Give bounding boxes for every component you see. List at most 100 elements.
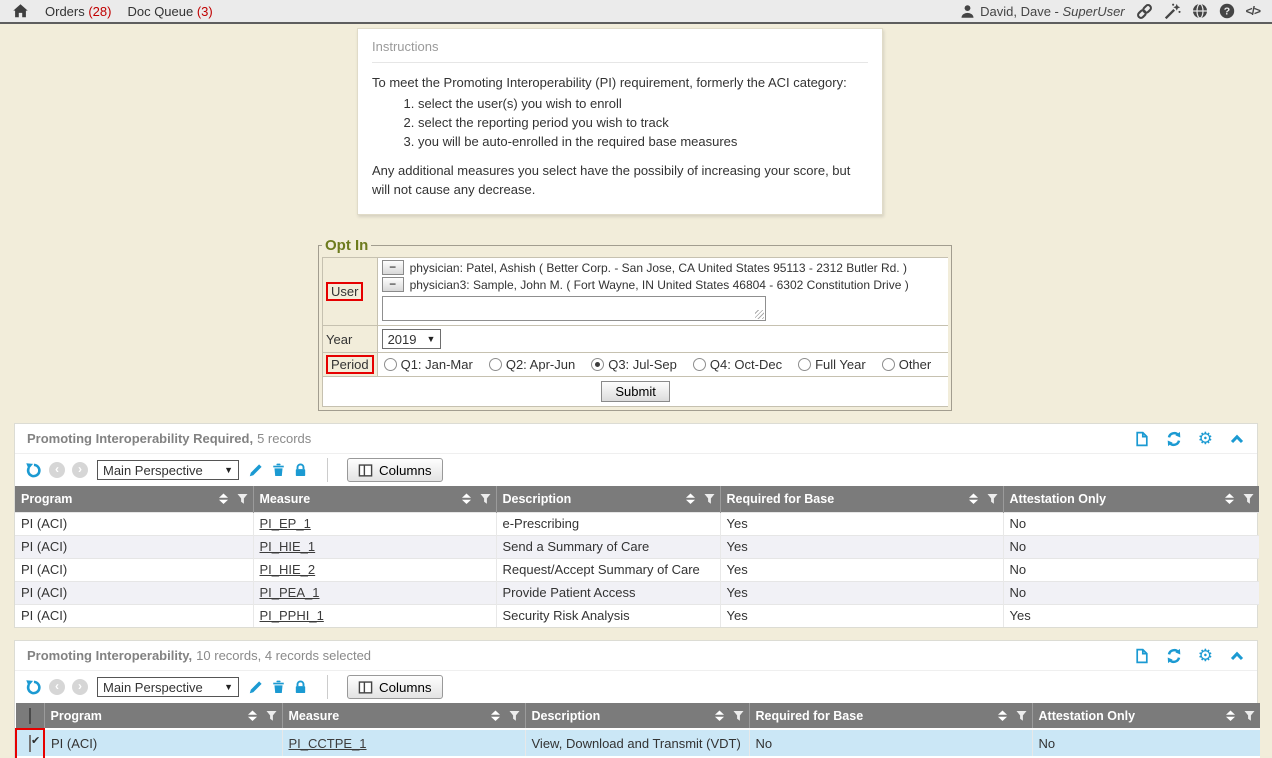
sort-icon[interactable]	[969, 493, 978, 504]
filter-funnel-icon[interactable]	[1244, 710, 1255, 721]
measure-link[interactable]: PI_PEA_1	[260, 585, 320, 600]
select-all-header[interactable]	[16, 703, 44, 729]
column-header-description[interactable]: Description	[525, 703, 749, 729]
filter-funnel-icon[interactable]	[1243, 493, 1254, 504]
cell-measure: PI_HIE_2	[253, 558, 496, 581]
next-page-icon[interactable]: ›	[72, 462, 88, 478]
filter-funnel-icon[interactable]	[509, 710, 520, 721]
column-header-measure[interactable]: Measure	[282, 703, 525, 729]
measure-link[interactable]: PI_EP_1	[260, 516, 311, 531]
filter-funnel-icon[interactable]	[1016, 710, 1027, 721]
sort-icon[interactable]	[998, 710, 1007, 721]
next-page-icon[interactable]: ›	[72, 679, 88, 695]
perspective-select[interactable]: Main Perspective ▼	[97, 460, 239, 480]
filter-funnel-icon[interactable]	[987, 493, 998, 504]
column-header-attestation-only[interactable]: Attestation Only	[1032, 703, 1260, 729]
gear-icon[interactable]: ⚙	[1198, 648, 1213, 664]
globe-icon[interactable]	[1192, 3, 1208, 19]
delete-trash-icon[interactable]	[271, 679, 286, 695]
delete-trash-icon[interactable]	[271, 462, 286, 478]
column-header-attestation-only[interactable]: Attestation Only	[1003, 486, 1259, 512]
sort-icon[interactable]	[248, 710, 257, 721]
radio-icon[interactable]	[384, 358, 397, 371]
column-header-description[interactable]: Description	[496, 486, 720, 512]
refresh-icon[interactable]	[1166, 431, 1182, 447]
user-search-input[interactable]	[382, 296, 766, 321]
user-name: David, Dave -	[980, 4, 1062, 19]
help-icon[interactable]: ?	[1219, 3, 1235, 19]
period-option-q2[interactable]: Q2: Apr-Jun	[489, 357, 575, 372]
remove-user-button[interactable]: −	[382, 260, 404, 275]
filter-funnel-icon[interactable]	[266, 710, 277, 721]
table-row: PI (ACI)PI_HIE_2Request/Accept Summary o…	[15, 558, 1259, 581]
wand-icon[interactable]	[1164, 3, 1181, 20]
instruction-step: select the user(s) you wish to enroll	[418, 95, 868, 114]
nav-doc-queue-link[interactable]: Doc Queue (3)	[127, 4, 212, 19]
measure-link[interactable]: PI_CCTPE_1	[289, 736, 367, 751]
sort-icon[interactable]	[1226, 710, 1235, 721]
undo-icon[interactable]	[25, 679, 42, 696]
filter-funnel-icon[interactable]	[733, 710, 744, 721]
remove-user-button[interactable]: −	[382, 277, 404, 292]
column-header-measure[interactable]: Measure	[253, 486, 496, 512]
column-header-required-for-base[interactable]: Required for Base	[720, 486, 1003, 512]
filter-funnel-icon[interactable]	[237, 493, 248, 504]
cell-required-for-base: Yes	[720, 581, 1003, 604]
select-all-checkbox[interactable]	[29, 708, 31, 724]
radio-selected-icon[interactable]	[591, 358, 604, 371]
current-user-menu[interactable]: David, Dave - SuperUser	[960, 4, 1125, 19]
sort-icon[interactable]	[219, 493, 228, 504]
filter-funnel-icon[interactable]	[704, 493, 715, 504]
prev-page-icon[interactable]: ‹	[49, 462, 65, 478]
period-option-q1[interactable]: Q1: Jan-Mar	[384, 357, 473, 372]
period-option-q4[interactable]: Q4: Oct-Dec	[693, 357, 782, 372]
sort-icon[interactable]	[462, 493, 471, 504]
pi-required-table: Program Measure Description Required for…	[15, 486, 1259, 627]
period-option-other[interactable]: Other	[882, 357, 932, 372]
new-file-icon[interactable]	[1134, 648, 1150, 664]
radio-icon[interactable]	[882, 358, 895, 371]
radio-icon[interactable]	[798, 358, 811, 371]
gear-icon[interactable]: ⚙	[1198, 431, 1213, 447]
collapse-icon[interactable]	[1229, 432, 1245, 446]
measure-link[interactable]: PI_HIE_1	[260, 539, 316, 554]
period-option-q3[interactable]: Q3: Jul-Sep	[591, 357, 677, 372]
pi-optional-header: Promoting Interoperability, 10 records, …	[15, 641, 1257, 671]
prev-page-icon[interactable]: ‹	[49, 679, 65, 695]
radio-icon[interactable]	[489, 358, 502, 371]
columns-button-label: Columns	[379, 680, 432, 695]
submit-button[interactable]: Submit	[601, 381, 669, 402]
home-icon[interactable]	[12, 3, 29, 19]
undo-icon[interactable]	[25, 462, 42, 479]
code-icon[interactable]: </>	[1246, 4, 1260, 18]
lock-icon[interactable]	[293, 679, 308, 695]
sort-icon[interactable]	[715, 710, 724, 721]
new-file-icon[interactable]	[1134, 431, 1150, 447]
measure-link[interactable]: PI_PPHI_1	[260, 608, 324, 623]
lock-icon[interactable]	[293, 462, 308, 478]
column-header-program[interactable]: Program	[15, 486, 253, 512]
filter-funnel-icon[interactable]	[480, 493, 491, 504]
column-header-required-for-base[interactable]: Required for Base	[749, 703, 1032, 729]
measure-link[interactable]: PI_HIE_2	[260, 562, 316, 577]
row-checkbox-checked[interactable]	[29, 735, 31, 752]
resize-handle[interactable]	[755, 310, 764, 319]
edit-pencil-icon[interactable]	[248, 462, 264, 478]
year-label: Year	[326, 332, 352, 347]
link-icon[interactable]	[1136, 3, 1153, 20]
column-header-program[interactable]: Program	[44, 703, 282, 729]
edit-pencil-icon[interactable]	[248, 679, 264, 695]
year-select[interactable]: 2019 ▼	[382, 329, 442, 349]
cell-attestation-only: No	[1003, 558, 1259, 581]
radio-icon[interactable]	[693, 358, 706, 371]
perspective-select[interactable]: Main Perspective ▼	[97, 677, 239, 697]
sort-icon[interactable]	[491, 710, 500, 721]
sort-icon[interactable]	[1225, 493, 1234, 504]
nav-orders-link[interactable]: Orders (28)	[45, 4, 111, 19]
sort-icon[interactable]	[686, 493, 695, 504]
columns-button[interactable]: Columns	[347, 675, 443, 699]
columns-button[interactable]: Columns	[347, 458, 443, 482]
collapse-icon[interactable]	[1229, 649, 1245, 663]
period-option-full-year[interactable]: Full Year	[798, 357, 866, 372]
refresh-icon[interactable]	[1166, 648, 1182, 664]
